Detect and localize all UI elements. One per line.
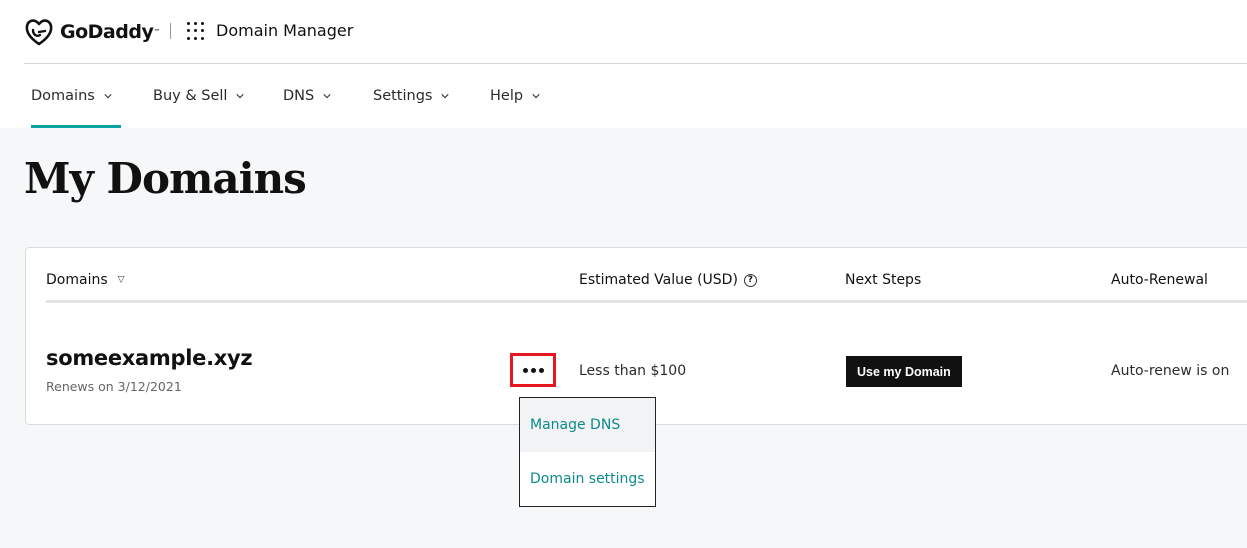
use-my-domain-button[interactable]: Use my Domain <box>846 356 962 387</box>
nav-item-buy-sell[interactable]: Buy & Sell <box>153 64 245 128</box>
nav-item-domains[interactable]: Domains <box>31 64 121 128</box>
nav-item-settings[interactable]: Settings <box>373 64 450 128</box>
header-divider <box>170 23 171 39</box>
menu-item-domain-settings[interactable]: Domain settings <box>520 452 655 506</box>
godaddy-logo-icon <box>25 19 53 46</box>
top-bar: GoDaddy ™ Domain Manager <box>0 0 1247 64</box>
menu-item-manage-dns[interactable]: Manage DNS <box>520 398 655 452</box>
column-header-auto-renewal: Auto-Renewal <box>1111 272 1208 288</box>
more-actions-button[interactable] <box>510 353 556 387</box>
sort-arrow-icon[interactable]: ▽ <box>118 275 125 285</box>
domain-name-link[interactable]: someexample.xyz <box>46 346 253 370</box>
table-header-separator <box>46 300 1247 303</box>
nav-item-help[interactable]: Help <box>490 64 540 128</box>
more-actions-menu: Manage DNS Domain settings <box>519 397 656 507</box>
column-header-next-steps: Next Steps <box>845 272 921 288</box>
chevron-down-icon <box>104 94 112 99</box>
column-label: Estimated Value (USD) <box>579 272 738 288</box>
chevron-down-icon <box>236 94 245 99</box>
renewal-date: Renews on 3/12/2021 <box>46 379 182 394</box>
nav-label: Buy & Sell <box>153 88 228 104</box>
main-nav: Domains Buy & Sell DNS Settings Help <box>0 64 1247 128</box>
estimated-value: Less than $100 <box>579 363 687 379</box>
column-label: Auto-Renewal <box>1111 272 1208 288</box>
nav-label: DNS <box>283 88 315 104</box>
column-label: Next Steps <box>845 272 922 288</box>
product-title: Domain Manager <box>216 21 354 40</box>
apps-grid-icon[interactable] <box>187 22 205 40</box>
column-label: Domains <box>46 272 108 288</box>
nav-label: Help <box>490 88 524 104</box>
column-header-domains[interactable]: Domains ▽ <box>46 272 125 288</box>
trademark-mark: ™ <box>153 28 161 36</box>
auto-renewal-status: Auto-renew is on <box>1111 363 1230 379</box>
column-header-estimated-value: Estimated Value (USD) ? <box>579 272 757 288</box>
nav-label: Domains <box>31 88 95 104</box>
page-title: My Domains <box>24 154 307 203</box>
chevron-down-icon <box>532 94 540 99</box>
help-circle-icon[interactable]: ? <box>743 273 757 287</box>
chevron-down-icon <box>441 94 450 99</box>
chevron-down-icon <box>323 94 331 99</box>
nav-label: Settings <box>373 88 433 104</box>
godaddy-logo[interactable]: GoDaddy ™ <box>24 16 160 48</box>
brand-name: GoDaddy <box>60 21 154 43</box>
nav-item-dns[interactable]: DNS <box>283 64 331 128</box>
more-dots-icon <box>522 367 544 373</box>
